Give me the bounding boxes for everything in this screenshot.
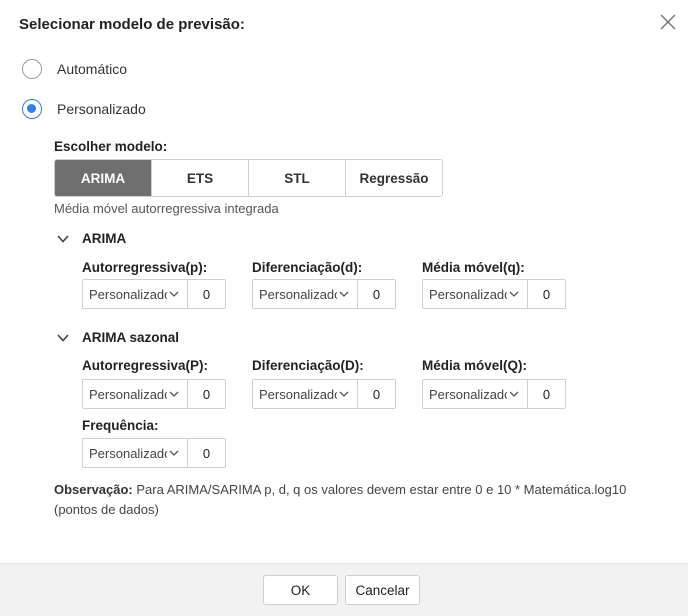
chevron-down-icon [339,391,349,397]
arima-group-toggle[interactable]: ARIMA [56,231,126,246]
chevron-down-icon [509,391,519,397]
seasonal-q-input[interactable]: 0 [528,379,566,409]
arima-group-title: ARIMA [82,231,127,246]
arima-q-input[interactable]: 0 [528,279,566,309]
frequency-field: Personalizado 0 [82,438,226,468]
radio-automatic-label: Automático [57,61,128,77]
seasonal-p-select[interactable]: Personalizado [82,379,188,409]
seasonal-p-input[interactable]: 0 [188,379,226,409]
arima-p-input[interactable]: 0 [188,279,226,309]
arima-q-field: Personalizado 0 [422,279,566,309]
seasonal-group-toggle[interactable]: ARIMA sazonal [56,330,179,345]
close-icon[interactable] [658,12,678,32]
seasonal-d-select[interactable]: Personalizado [252,379,358,409]
radio-custom-label: Personalizado [57,101,146,117]
forecast-model-dialog: Selecionar modelo de previsão: Automátic… [0,0,688,616]
arima-p-select-value: Personalizado [89,286,167,302]
note-text: Para ARIMA/SARIMA p, d, q os valores dev… [54,482,627,517]
model-tab-bar: ARIMA ETS STL Regressão [54,159,443,197]
chevron-down-icon [509,291,519,297]
arima-d-select-value: Personalizado [259,286,337,302]
seasonal-d-input[interactable]: 0 [358,379,396,409]
arima-q-select[interactable]: Personalizado [422,279,528,309]
chevron-down-icon [169,291,179,297]
arima-p-field: Personalizado 0 [82,279,226,309]
seasonal-d-field: Personalizado 0 [252,379,396,409]
arima-d-label: Diferenciação(d): [252,260,363,275]
choose-model-label: Escolher modelo: [54,139,168,154]
chevron-down-icon [57,333,69,342]
dialog-footer [0,563,688,616]
arima-q-select-value: Personalizado [429,286,507,302]
model-description: Média móvel autorregressiva integrada [54,201,279,216]
chevron-down-icon [339,291,349,297]
arima-d-input[interactable]: 0 [358,279,396,309]
cancel-button[interactable]: Cancelar [345,575,420,605]
tab-arima[interactable]: ARIMA [55,160,152,196]
seasonal-q-label: Média móvel(Q): [422,358,528,373]
seasonal-p-field: Personalizado 0 [82,379,226,409]
frequency-label: Frequência: [82,418,159,433]
ok-button[interactable]: OK [263,575,338,605]
note: Observação: Para ARIMA/SARIMA p, d, q os… [54,480,664,520]
radio-automatic[interactable]: Automático [22,59,127,79]
arima-d-field: Personalizado 0 [252,279,396,309]
tab-stl[interactable]: STL [249,160,346,196]
arima-p-label: Autorregressiva(p): [82,260,208,275]
arima-q-label: Média móvel(q): [422,260,525,275]
frequency-input[interactable]: 0 [188,438,226,468]
arima-d-select[interactable]: Personalizado [252,279,358,309]
seasonal-p-label: Autorregressiva(P): [82,358,209,373]
arima-p-select[interactable]: Personalizado [82,279,188,309]
radio-automatic-button[interactable] [22,59,42,79]
seasonal-group-title: ARIMA sazonal [82,330,180,345]
chevron-down-icon [169,450,179,456]
note-label: Observação: [54,482,133,497]
tab-regression[interactable]: Regressão [346,160,442,196]
frequency-select[interactable]: Personalizado [82,438,188,468]
chevron-down-icon [57,234,69,243]
seasonal-q-select-value: Personalizado [429,386,507,402]
seasonal-d-label: Diferenciação(D): [252,358,364,373]
seasonal-d-select-value: Personalizado [259,386,337,402]
radio-custom-button[interactable] [22,99,42,119]
chevron-down-icon [169,391,179,397]
tab-ets[interactable]: ETS [152,160,249,196]
dialog-title: Selecionar modelo de previsão: [19,16,245,33]
radio-custom[interactable]: Personalizado [22,99,146,119]
frequency-select-value: Personalizado [89,445,167,461]
seasonal-q-select[interactable]: Personalizado [422,379,528,409]
seasonal-p-select-value: Personalizado [89,386,167,402]
seasonal-q-field: Personalizado 0 [422,379,566,409]
